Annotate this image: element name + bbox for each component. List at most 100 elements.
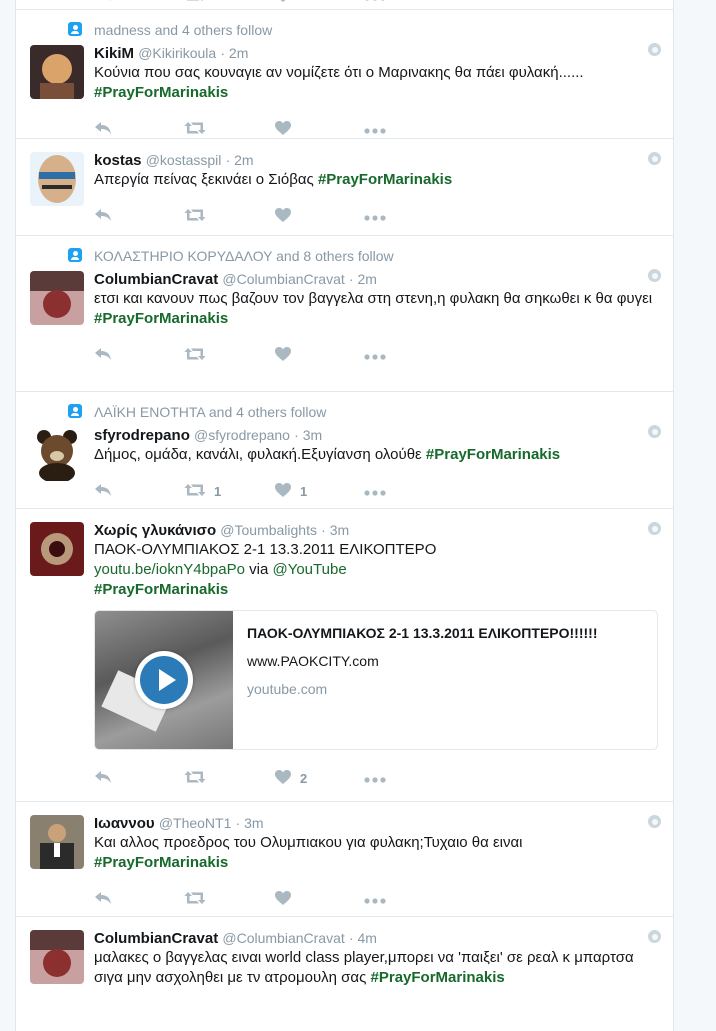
caret-icon[interactable] xyxy=(648,425,661,438)
like-button[interactable] xyxy=(274,120,364,139)
hashtag-link[interactable]: #PrayForMarinakis xyxy=(371,969,505,986)
user-fullname[interactable]: Χωρίς γλυκάνισο xyxy=(94,522,216,539)
user-fullname[interactable]: ColumbianCravat xyxy=(94,271,218,288)
avatar[interactable] xyxy=(30,427,84,481)
reply-button[interactable] xyxy=(94,770,184,787)
follow-icon xyxy=(68,248,82,262)
tweet[interactable]: kostas @kostasspil · 2m Απεργία πείνας ξ… xyxy=(16,139,673,236)
reply-button[interactable] xyxy=(94,891,184,908)
user-fullname[interactable]: ColumbianCravat xyxy=(94,930,218,947)
like-button[interactable]: 1 xyxy=(274,482,364,501)
user-handle[interactable]: @TheoNT1 xyxy=(159,815,232,831)
hashtag-link[interactable]: #PrayForMarinakis xyxy=(94,581,228,598)
reply-button[interactable] xyxy=(94,208,184,225)
tweet[interactable] xyxy=(16,0,673,10)
caret-icon[interactable] xyxy=(648,152,661,165)
reply-button[interactable] xyxy=(94,121,184,138)
tweet[interactable]: ColumbianCravat @ColumbianCravat · 4m μα… xyxy=(16,917,673,1031)
tweet-time[interactable]: · 2m xyxy=(226,152,254,168)
card-body[interactable]: ΠΑΟΚ-ΟΛΥΜΠΙΑΚΟΣ 2-1 13.3.2011 ΕΛΙΚΟΠΤΕΡΟ… xyxy=(233,611,612,749)
reply-button[interactable] xyxy=(94,483,184,500)
reply-button[interactable] xyxy=(94,0,184,5)
url-link[interactable]: youtu.be/ioknY4bpaPo xyxy=(94,561,245,578)
reply-icon xyxy=(94,347,112,364)
tweet[interactable]: ΚΟΛΑΣΤΗΡΙΟ ΚΟΡΥΔΑΛΟΥ and 8 others follow… xyxy=(16,236,673,392)
user-fullname[interactable]: sfyrodrepano xyxy=(94,427,190,444)
like-button[interactable] xyxy=(274,0,364,6)
retweet-button[interactable] xyxy=(184,891,274,908)
tweet-body: Απεργία πείνας ξεκινάει ο Σιόβας xyxy=(94,171,314,188)
media-card[interactable]: ΠΑΟΚ-ΟΛΥΜΠΙΑΚΟΣ 2-1 13.3.2011 ΕΛΙΚΟΠΤΕΡΟ… xyxy=(94,610,658,750)
user-handle[interactable]: @ColumbianCravat xyxy=(222,271,344,287)
hashtag-link[interactable]: #PrayForMarinakis xyxy=(94,310,228,327)
social-context-text[interactable]: ΛΑΪΚΗ ΕΝΟΤΗΤΑ and 4 others follow xyxy=(94,404,326,420)
more-button[interactable] xyxy=(364,209,454,224)
retweet-button[interactable]: 1 xyxy=(184,483,274,500)
user-fullname[interactable]: kostas xyxy=(94,152,142,169)
mention-link[interactable]: @YouTube xyxy=(272,561,346,578)
caret-icon[interactable] xyxy=(648,269,661,282)
like-button[interactable] xyxy=(274,207,364,226)
user-handle[interactable]: @kostasspil xyxy=(146,152,222,168)
like-count: 2 xyxy=(300,771,307,786)
avatar[interactable] xyxy=(30,522,84,576)
user-handle[interactable]: @ColumbianCravat xyxy=(222,930,344,946)
social-context-text[interactable]: ΚΟΛΑΣΤΗΡΙΟ ΚΟΡΥΔΑΛΟΥ and 8 others follow xyxy=(94,248,394,264)
more-button[interactable] xyxy=(364,892,454,907)
tweet-text: ετσι και κανουν πως βαζουν τον βαγγελα σ… xyxy=(94,289,661,329)
social-context[interactable]: ΚΟΛΑΣΤΗΡΙΟ ΚΟΡΥΔΑΛΟΥ and 8 others follow xyxy=(94,247,661,265)
tweet-time[interactable]: · 3m xyxy=(236,815,264,831)
more-button[interactable] xyxy=(364,0,454,4)
card-thumbnail[interactable] xyxy=(95,611,233,749)
tweet-time[interactable]: · 2m xyxy=(349,271,377,287)
like-button[interactable] xyxy=(274,346,364,365)
social-context[interactable]: madness and 4 others follow xyxy=(94,21,661,39)
tweet-time[interactable]: · 3m xyxy=(294,427,322,443)
avatar[interactable] xyxy=(30,930,84,984)
tweet[interactable]: Χωρίς γλυκάνισο @Toumbalights · 3m ΠΑΟΚ-… xyxy=(16,509,673,802)
avatar[interactable] xyxy=(30,45,84,99)
avatar-image xyxy=(30,271,84,325)
caret-icon[interactable] xyxy=(648,43,661,56)
user-handle[interactable]: @Toumbalights xyxy=(220,522,317,538)
tweet[interactable]: madness and 4 others follow KikiM @Kikir… xyxy=(16,10,673,139)
caret-icon[interactable] xyxy=(648,522,661,535)
more-icon xyxy=(364,892,386,907)
card-title[interactable]: ΠΑΟΚ-ΟΛΥΜΠΙΑΚΟΣ 2-1 13.3.2011 ΕΛΙΚΟΠΤΕΡΟ… xyxy=(247,625,598,641)
retweet-button[interactable] xyxy=(184,0,274,5)
user-handle[interactable]: @Kikirikoula xyxy=(138,45,216,61)
more-icon xyxy=(364,122,386,137)
like-button[interactable] xyxy=(274,890,364,909)
reply-button[interactable] xyxy=(94,347,184,364)
tweet-time[interactable]: · 2m xyxy=(220,45,248,61)
hashtag-link[interactable]: #PrayForMarinakis xyxy=(318,171,452,188)
more-button[interactable] xyxy=(364,484,454,499)
user-handle[interactable]: @sfyrodrepano xyxy=(194,427,290,443)
user-fullname[interactable]: KikiM xyxy=(94,45,134,62)
avatar[interactable] xyxy=(30,815,84,869)
caret-icon[interactable] xyxy=(648,930,661,943)
caret-icon[interactable] xyxy=(648,815,661,828)
hashtag-link[interactable]: #PrayForMarinakis xyxy=(94,84,228,101)
play-icon[interactable] xyxy=(135,651,193,709)
avatar[interactable] xyxy=(30,271,84,325)
avatar[interactable] xyxy=(30,152,84,206)
more-button[interactable] xyxy=(364,122,454,137)
retweet-button[interactable] xyxy=(184,347,274,364)
more-button[interactable] xyxy=(364,348,454,363)
hashtag-link[interactable]: #PrayForMarinakis xyxy=(94,854,228,871)
more-button[interactable] xyxy=(364,771,454,786)
tweet[interactable]: ΛΑΪΚΗ ΕΝΟΤΗΤΑ and 4 others follow sfyrod… xyxy=(16,392,673,509)
retweet-button[interactable] xyxy=(184,121,274,138)
social-context-text[interactable]: madness and 4 others follow xyxy=(94,22,272,38)
tweet-time[interactable]: · 4m xyxy=(349,930,377,946)
retweet-button[interactable] xyxy=(184,770,274,787)
user-fullname[interactable]: Ιωαννου xyxy=(94,815,155,832)
retweet-button[interactable] xyxy=(184,208,274,225)
hashtag-link[interactable]: #PrayForMarinakis xyxy=(426,446,560,463)
like-button[interactable]: 2 xyxy=(274,769,364,788)
social-context[interactable]: ΛΑΪΚΗ ΕΝΟΤΗΤΑ and 4 others follow xyxy=(94,403,661,421)
tweet[interactable]: Ιωαννου @TheoNT1 · 3m Και αλλος προεδρος… xyxy=(16,802,673,917)
more-icon xyxy=(364,771,386,786)
tweet-time[interactable]: · 3m xyxy=(321,522,349,538)
